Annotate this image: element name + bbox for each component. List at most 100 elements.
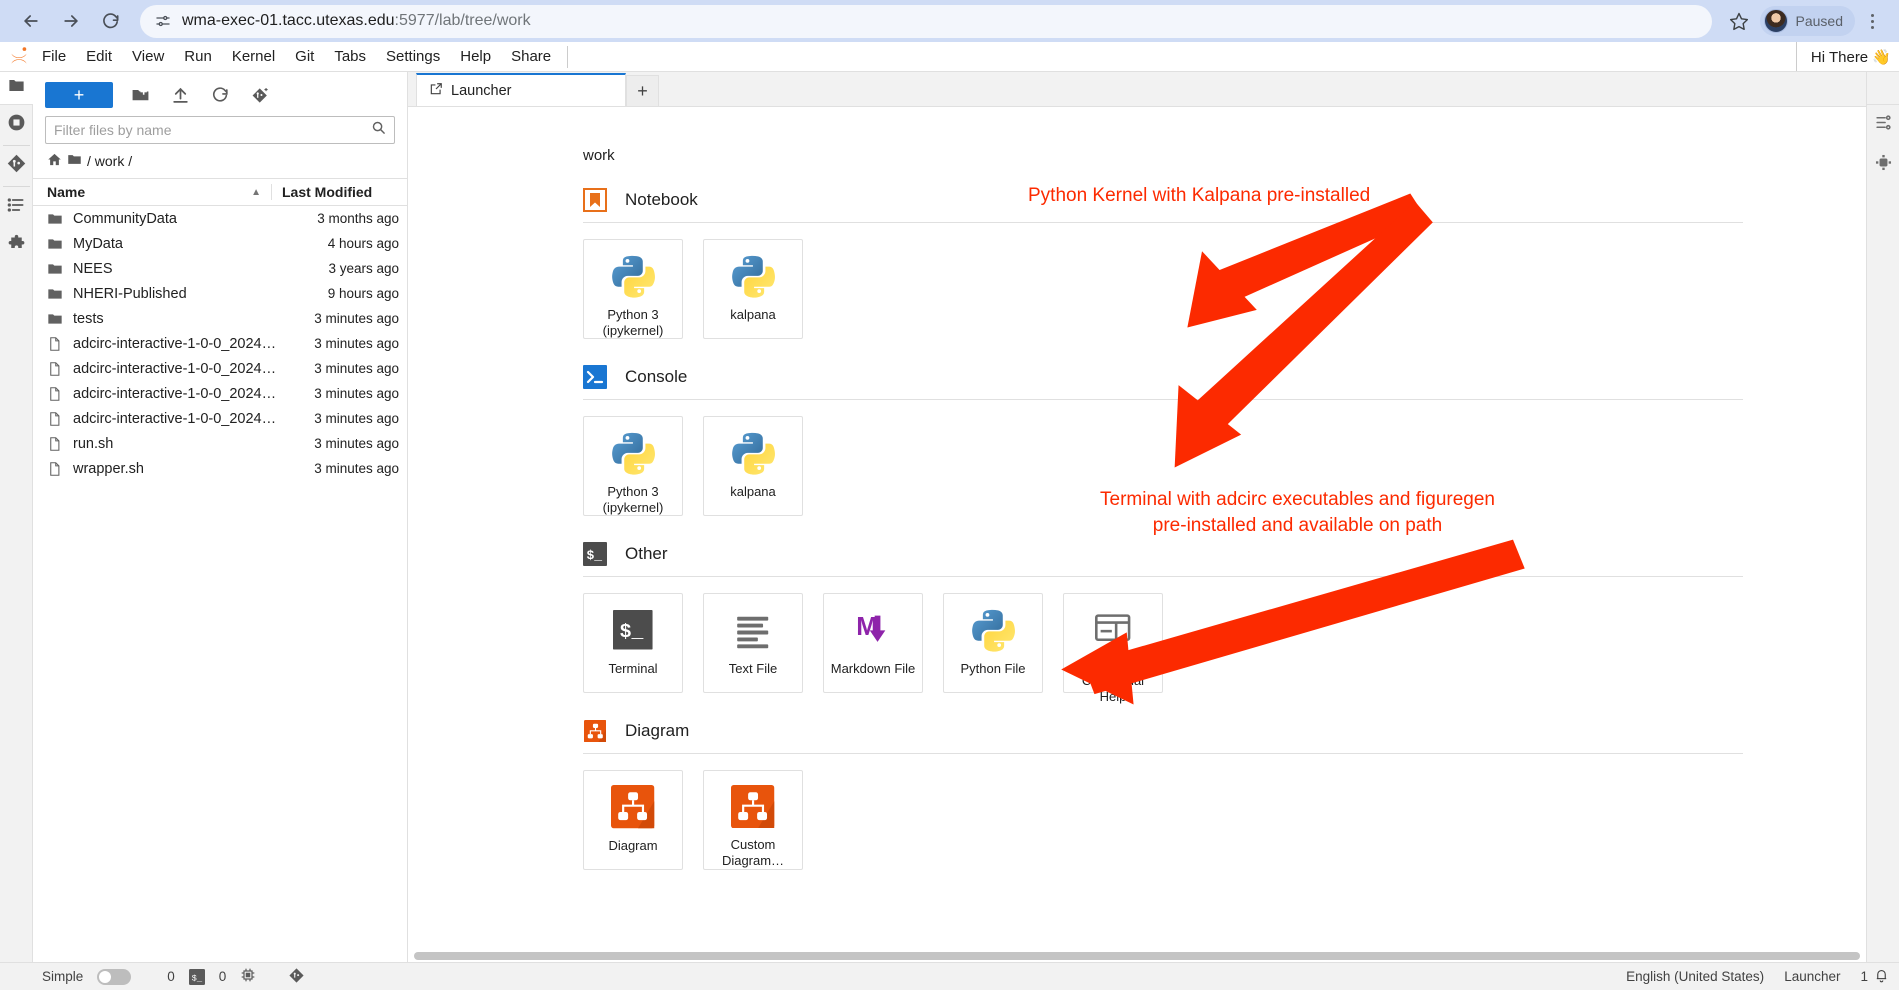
table-row[interactable]: wrapper.sh 3 minutes ago [33,456,407,481]
file-list: CommunityData 3 months ago MyData 4 hours a… [33,206,407,962]
profile-chip[interactable]: Paused [1759,6,1855,36]
file-modified: 3 months ago [317,211,399,226]
search-icon[interactable] [371,120,386,140]
menu-share[interactable]: Share [501,44,561,69]
table-row[interactable]: adcirc-interactive-1-0-0_2024-… 3 minutes… [33,331,407,356]
launcher-card[interactable]: Custom Diagram… [703,770,803,870]
sidebar-item-debugger[interactable] [1867,145,1899,185]
menu-run[interactable]: Run [174,44,222,69]
new-launcher-button[interactable]: + [45,82,113,108]
launcher-section-header: Console [583,365,1743,389]
launcher-icon [429,82,443,100]
refresh-icon[interactable] [207,82,233,108]
launcher-card[interactable]: Python 3 (ipykernel) [583,239,683,339]
sidebar-item-running-sessions[interactable] [0,105,33,145]
cpu-icon[interactable] [240,967,256,986]
bell-icon[interactable] [1874,968,1889,986]
launcher-card-label: kalpana [730,307,776,322]
menu-file[interactable]: File [32,44,76,69]
table-row[interactable]: run.sh 3 minutes ago [33,431,407,456]
column-name-label: Name [47,184,86,200]
table-row[interactable]: CommunityData 3 months ago [33,206,407,231]
sidebar-item-extension-manager[interactable] [0,227,33,267]
file-icon [47,411,71,427]
simple-mode-toggle[interactable] [97,968,132,985]
file-icon [47,361,71,377]
folder-icon[interactable] [67,152,82,170]
launcher-card-label: Diagram [608,838,658,853]
file-name: adcirc-interactive-1-0-0_2024-… [73,335,279,352]
address-bar[interactable]: wma-exec-01.tacc.utexas.edu:5977/lab/tre… [140,4,1712,38]
notification-group[interactable]: 1 [1860,968,1889,986]
language-label[interactable]: English (United States) [1626,969,1764,984]
table-row[interactable]: NEES 3 years ago [33,256,407,281]
sidebar-item-file-browser[interactable] [0,72,33,105]
scrollbar-thumb[interactable] [414,952,1860,960]
site-settings-icon[interactable] [154,12,172,30]
jupyter-logo-icon[interactable] [6,45,32,69]
menu-settings[interactable]: Settings [376,44,450,69]
sidebar-item-property-inspector[interactable] [1867,105,1899,145]
sidebar-item-git[interactable] [0,146,33,186]
file-modified: 4 hours ago [327,236,399,251]
upload-icon[interactable] [167,82,193,108]
launcher-card[interactable]: Text File [703,593,803,693]
launcher-card[interactable]: Python File [943,593,1043,693]
menu-kernel[interactable]: Kernel [222,44,285,69]
launcher-card-label: Python 3 (ipykernel) [602,484,664,516]
reload-icon[interactable] [94,4,128,38]
column-header-name[interactable]: Name ▲ [47,184,271,200]
table-row[interactable]: adcirc-interactive-1-0-0_2024-… 3 minutes… [33,406,407,431]
launcher-card[interactable]: Python 3 (ipykernel) [583,416,683,516]
forward-arrow-icon[interactable] [54,4,88,38]
menu-view[interactable]: View [122,44,174,69]
launcher-section-title: Notebook [625,190,698,209]
table-row[interactable]: tests 3 minutes ago [33,306,407,331]
notebook-bookmark-icon [583,188,607,212]
menu-help[interactable]: Help [450,44,501,69]
kebab-menu-icon[interactable] [1859,13,1885,29]
file-modified: 3 minutes ago [314,336,399,351]
new-folder-icon[interactable] [127,82,153,108]
launcher-card[interactable]: Show Contextual Help [1063,593,1163,704]
launcher-card[interactable]: kalpana [703,416,803,516]
table-row[interactable]: NHERI-Published 9 hours ago [33,281,407,306]
new-git-clone-icon[interactable] [247,82,273,108]
launcher-card-row: Python 3 (ipykernel) kalpana [583,239,1743,339]
back-arrow-icon[interactable] [14,4,48,38]
launcher-section-header: $_ Other [583,542,1743,566]
breadcrumb[interactable]: / work / [33,144,407,178]
sidebar-item-table-of-contents[interactable] [0,187,33,227]
table-row[interactable]: adcirc-interactive-1-0-0_2024-… 3 minutes… [33,381,407,406]
table-row[interactable]: MyData 4 hours ago [33,231,407,256]
table-row[interactable]: adcirc-interactive-1-0-0_2024-… 3 minutes… [33,356,407,381]
menu-edit[interactable]: Edit [76,44,122,69]
add-tab-button[interactable]: + [626,75,659,106]
menu-tabs[interactable]: Tabs [324,44,376,69]
profile-status-label: Paused [1795,13,1843,29]
breadcrumb-path[interactable]: / work / [87,153,132,169]
star-icon[interactable] [1722,4,1756,38]
horizontal-scrollbar[interactable] [408,950,1866,962]
active-tab-label[interactable]: Launcher [1784,969,1840,984]
launcher-sections: Notebook Python 3 (ipykernel) kalpana Co… [583,188,1866,870]
launcher-card[interactable]: Diagram [583,770,683,870]
launcher-card[interactable]: kalpana [703,239,803,339]
home-icon[interactable] [47,152,62,170]
launcher-card[interactable]: M Markdown File [823,593,923,693]
search-input[interactable] [54,122,371,138]
git-icon[interactable] [288,967,305,987]
file-name: run.sh [73,435,114,452]
menu-git[interactable]: Git [285,44,324,69]
folder-icon [7,76,26,100]
property-inspector-icon [1874,113,1893,137]
launcher-card[interactable]: $_ Terminal [583,593,683,693]
running-terminals-icon [6,112,27,138]
launcher-card-row: Python 3 (ipykernel) kalpana [583,416,1743,516]
filter-files-field[interactable] [45,116,395,144]
column-header-last-modified[interactable]: Last Modified [271,184,399,200]
launcher-card-row: $_ Terminal Text File M Markdown File Py… [583,593,1743,704]
tab-launcher[interactable]: Launcher [416,73,626,106]
section-divider [583,576,1743,577]
terminal-prompt-icon: $_ [583,542,607,566]
